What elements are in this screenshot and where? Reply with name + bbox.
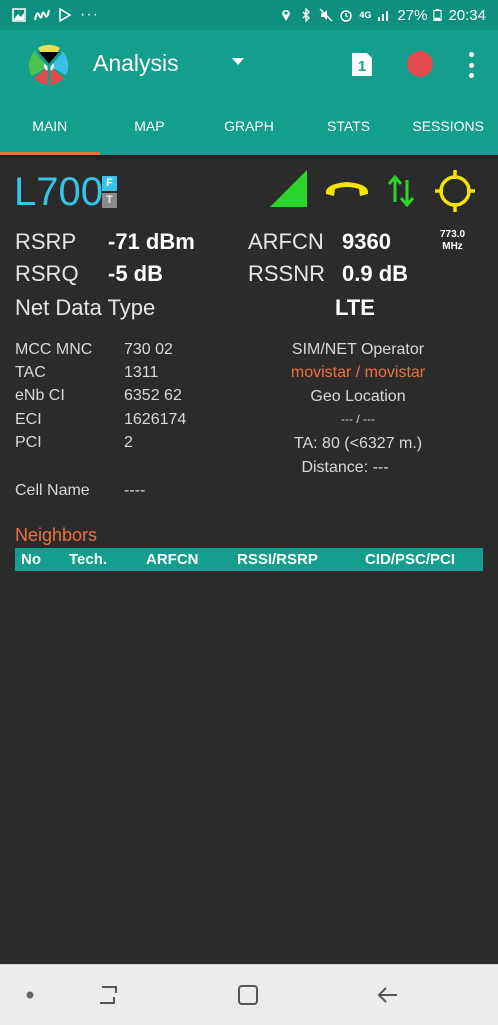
mcc-mnc-value: 730 02 [124, 341, 173, 358]
chevron-down-icon[interactable] [232, 58, 244, 65]
dot-icon [26, 991, 34, 999]
app-bar: Analysis 1 [0, 30, 498, 100]
gps-target-icon[interactable] [435, 170, 475, 212]
neighbors-title: Neighbors [15, 525, 98, 545]
cell-name-value: ---- [124, 482, 146, 499]
tab-bar: MAIN MAP GRAPH STATS SESSIONS [0, 100, 498, 155]
phone-call-icon [325, 182, 369, 196]
tab-sessions[interactable]: SESSIONS [398, 100, 498, 155]
cell-name-label: Cell Name [15, 482, 90, 499]
enb-ci-label: eNb CI [15, 387, 65, 404]
pci-label: PCI [15, 434, 42, 451]
battery-icon [433, 9, 443, 21]
frequency: 773.0 MHz [440, 229, 465, 253]
tab-main[interactable]: MAIN [0, 100, 100, 155]
bluetooth-icon [302, 8, 311, 22]
operator-label: SIM/NET Operator [291, 341, 425, 358]
enb-ci-value: 6352 62 [124, 387, 182, 404]
geo-location-label: Geo Location [310, 388, 406, 405]
pci-value: 2 [124, 434, 133, 451]
neighbors-table-header: No Tech. ARFCN RSSI/RSRP CID/PSC/PCI [15, 548, 483, 571]
gallery-icon [12, 8, 26, 22]
frequency-value: 773.0 [440, 229, 466, 240]
play-store-icon [59, 8, 72, 22]
battery-percent: 27% [397, 6, 428, 24]
tab-map[interactable]: MAP [100, 100, 200, 155]
sim-label: 1 [358, 58, 366, 75]
badge-f: F [102, 176, 117, 191]
app-title: Analysis [93, 50, 179, 76]
technology-label: L700 [14, 170, 103, 214]
rsrq-label: RSRQ [15, 261, 79, 286]
mute-icon [319, 8, 333, 22]
more-dots-icon: ··· [80, 6, 99, 23]
location-icon [282, 10, 291, 21]
column-arfcn: ARFCN [146, 551, 199, 568]
tab-shadow [0, 155, 498, 161]
tac-value: 1311 [124, 364, 159, 381]
net-data-type-value: LTE [335, 295, 375, 320]
rsrp-label: RSRP [15, 229, 77, 254]
frequency-unit: MHz [442, 241, 463, 252]
tab-stats[interactable]: STATS [299, 100, 399, 155]
sim-card-icon[interactable]: 1 [351, 52, 373, 77]
home-icon[interactable] [236, 983, 260, 1007]
movistar-icon [34, 9, 50, 21]
back-icon[interactable] [376, 983, 400, 1007]
net-data-type-label: Net Data Type [15, 295, 156, 320]
mcc-mnc-label: MCC MNC [15, 341, 93, 358]
rsrq-value: -5 dB [108, 261, 163, 286]
status-bar: ··· 4G 27% 20:34 [0, 0, 498, 30]
alarm-icon [340, 10, 353, 22]
signal-strength-icon [270, 170, 307, 207]
system-nav-bar [0, 964, 498, 1025]
arfcn-label: ARFCN [248, 229, 324, 254]
column-no: No [21, 551, 41, 568]
operator-value: movistar / movistar [290, 364, 426, 381]
rssnr-label: RSSNR [248, 261, 326, 286]
tac-label: TAC [15, 364, 46, 381]
signal-icon [378, 11, 389, 21]
rsrp-value: -71 dBm [108, 229, 195, 254]
rssnr-value: 0.9 dB [342, 261, 409, 286]
data-transfer-icon [387, 174, 415, 208]
band-badges: F T [102, 176, 117, 210]
arfcn-value: 9360 [342, 229, 391, 254]
tab-graph[interactable]: GRAPH [199, 100, 299, 155]
record-button[interactable] [407, 51, 433, 77]
eci-value: 1626174 [124, 411, 187, 428]
column-rssi-rsrp: RSSI/RSRP [237, 551, 318, 568]
network-type: 4G [359, 10, 372, 20]
app-logo-icon [28, 44, 69, 85]
geo-location-value: --- / --- [341, 412, 375, 426]
eci-label: ECI [15, 411, 42, 428]
badge-t: T [102, 193, 117, 208]
timing-advance: TA: 80 (<6327 m.) [293, 435, 423, 452]
column-cid-psc-pci: CID/PSC/PCI [365, 551, 456, 568]
recent-apps-icon[interactable] [96, 983, 120, 1007]
more-options-icon[interactable] [462, 52, 480, 78]
clock: 20:34 [448, 6, 486, 24]
distance: Distance: --- [301, 459, 389, 476]
column-tech: Tech. [69, 551, 108, 568]
